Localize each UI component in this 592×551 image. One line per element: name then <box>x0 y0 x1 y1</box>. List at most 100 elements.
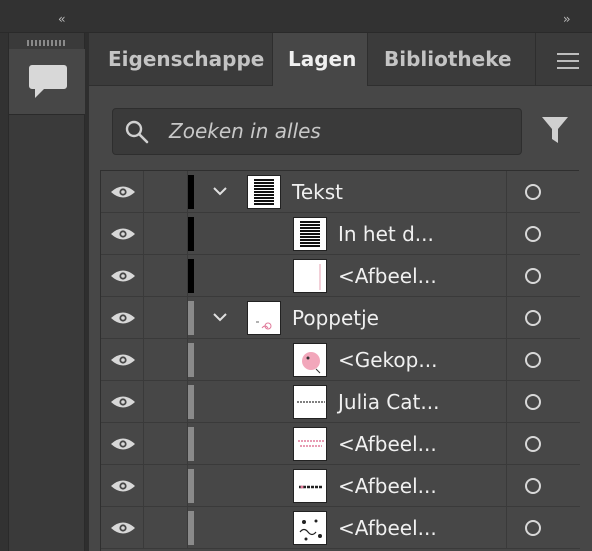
target-circle-icon[interactable] <box>525 184 541 200</box>
eye-icon <box>111 270 135 282</box>
target-circle-icon[interactable] <box>525 226 541 242</box>
thumbnail-image <box>297 401 325 403</box>
lock-toggle[interactable] <box>144 381 188 423</box>
layer-row[interactable]: <Gekop... <box>101 339 580 381</box>
layer-color-bar <box>188 427 194 461</box>
visibility-toggle[interactable] <box>101 423 144 465</box>
layer-row[interactable]: Julia Cat... <box>101 381 580 423</box>
comments-panel-button[interactable] <box>9 49 85 115</box>
lock-toggle[interactable] <box>144 507 188 549</box>
visibility-toggle[interactable] <box>101 255 144 297</box>
lock-toggle[interactable] <box>144 171 188 213</box>
eye-icon <box>111 312 135 324</box>
lock-toggle[interactable] <box>144 465 188 507</box>
target-cell[interactable] <box>506 297 580 339</box>
dock-grip-handle[interactable] <box>27 40 67 46</box>
layer-color-bar <box>188 217 194 251</box>
panel-tab-bar: Eigenschappen Lagen Bibliotheken <box>89 33 592 87</box>
tab-eigenschappen[interactable]: Eigenschappen <box>108 33 264 86</box>
layer-row[interactable]: <Afbeel... <box>101 423 580 465</box>
layer-list: Tekst In het d... <Afbeel... Poppetje <G… <box>100 170 580 551</box>
layer-color-bar <box>188 385 194 419</box>
thumbnail-image <box>299 519 322 541</box>
lock-toggle[interactable] <box>144 297 188 339</box>
thumbnail-image <box>256 321 272 330</box>
layer-row[interactable]: <Afbeel... <box>101 507 580 549</box>
target-circle-icon[interactable] <box>525 478 541 494</box>
target-circle-icon[interactable] <box>525 436 541 452</box>
layer-name: <Gekop... <box>338 348 438 372</box>
eye-icon <box>111 438 135 450</box>
target-circle-icon[interactable] <box>525 520 541 536</box>
eye-icon <box>111 480 135 492</box>
target-cell[interactable] <box>506 381 580 423</box>
search-input[interactable]: Zoeken in alles <box>112 108 522 155</box>
target-circle-icon[interactable] <box>525 352 541 368</box>
layer-thumbnail <box>293 469 327 503</box>
collapse-right-icon[interactable]: ›› <box>563 12 570 26</box>
tab-divider <box>535 33 536 86</box>
search-area: Zoeken in alles <box>89 87 592 170</box>
layer-color-bar <box>188 469 194 503</box>
target-circle-icon[interactable] <box>525 310 541 326</box>
lock-toggle[interactable] <box>144 423 188 465</box>
layer-row[interactable]: <Afbeel... <box>101 255 580 297</box>
chevron-down-icon[interactable] <box>212 185 228 197</box>
layer-name: Poppetje <box>292 306 379 330</box>
layer-name: <Afbeel... <box>338 264 437 288</box>
layer-row[interactable]: <Afbeel... <box>101 465 580 507</box>
target-cell[interactable] <box>506 423 580 465</box>
target-cell[interactable] <box>506 255 580 297</box>
layer-row[interactable]: In het d... <box>101 213 580 255</box>
target-cell[interactable] <box>506 171 580 213</box>
tab-divider <box>367 33 368 86</box>
visibility-toggle[interactable] <box>101 465 144 507</box>
target-circle-icon[interactable] <box>525 268 541 284</box>
visibility-toggle[interactable] <box>101 507 144 549</box>
lock-toggle[interactable] <box>144 339 188 381</box>
search-icon <box>125 120 149 144</box>
layer-color-bar <box>188 511 194 545</box>
comment-icon <box>29 65 67 98</box>
eye-icon <box>111 354 135 366</box>
toolbar-strip <box>0 33 9 551</box>
chevron-down-icon[interactable] <box>212 311 228 323</box>
panel-menu-icon[interactable] <box>557 53 579 69</box>
visibility-toggle[interactable] <box>101 339 144 381</box>
target-circle-icon[interactable] <box>525 394 541 410</box>
eye-icon <box>111 228 135 240</box>
collapse-left-icon[interactable]: ‹‹ <box>58 12 65 26</box>
target-cell[interactable] <box>506 339 580 381</box>
lock-toggle[interactable] <box>144 255 188 297</box>
tab-bibliotheken[interactable]: Bibliotheken <box>384 33 512 86</box>
thumbnail-image <box>302 352 321 374</box>
target-cell[interactable] <box>506 465 580 507</box>
layer-row-poppetje[interactable]: Poppetje <box>101 297 580 339</box>
eye-icon <box>111 396 135 408</box>
target-cell[interactable] <box>506 213 580 255</box>
layer-thumbnail <box>293 427 327 461</box>
lock-toggle[interactable] <box>144 213 188 255</box>
target-cell[interactable] <box>506 507 580 549</box>
top-bar: ‹‹ ›› <box>0 0 592 33</box>
thumbnail-image <box>319 264 321 290</box>
tab-lagen[interactable]: Lagen <box>273 33 367 87</box>
layer-thumbnail <box>247 301 281 335</box>
layer-color-bar <box>188 175 194 209</box>
visibility-toggle[interactable] <box>101 297 144 339</box>
thumbnail-image <box>299 485 323 489</box>
eye-icon <box>111 522 135 534</box>
filter-icon[interactable] <box>541 115 569 145</box>
visibility-toggle[interactable] <box>101 171 144 213</box>
thumbnail-image <box>298 440 324 447</box>
layer-name: Tekst <box>292 180 343 204</box>
layer-name: <Afbeel... <box>338 516 437 540</box>
visibility-toggle[interactable] <box>101 381 144 423</box>
layer-color-bar <box>188 343 194 377</box>
layer-thumbnail <box>293 343 327 377</box>
layer-row-tekst[interactable]: Tekst <box>101 171 580 213</box>
layers-panel: Eigenschappen Lagen Bibliotheken Zoeken … <box>89 33 592 551</box>
layer-name: In het d... <box>338 222 434 246</box>
visibility-toggle[interactable] <box>101 213 144 255</box>
layer-name: <Afbeel... <box>338 474 437 498</box>
